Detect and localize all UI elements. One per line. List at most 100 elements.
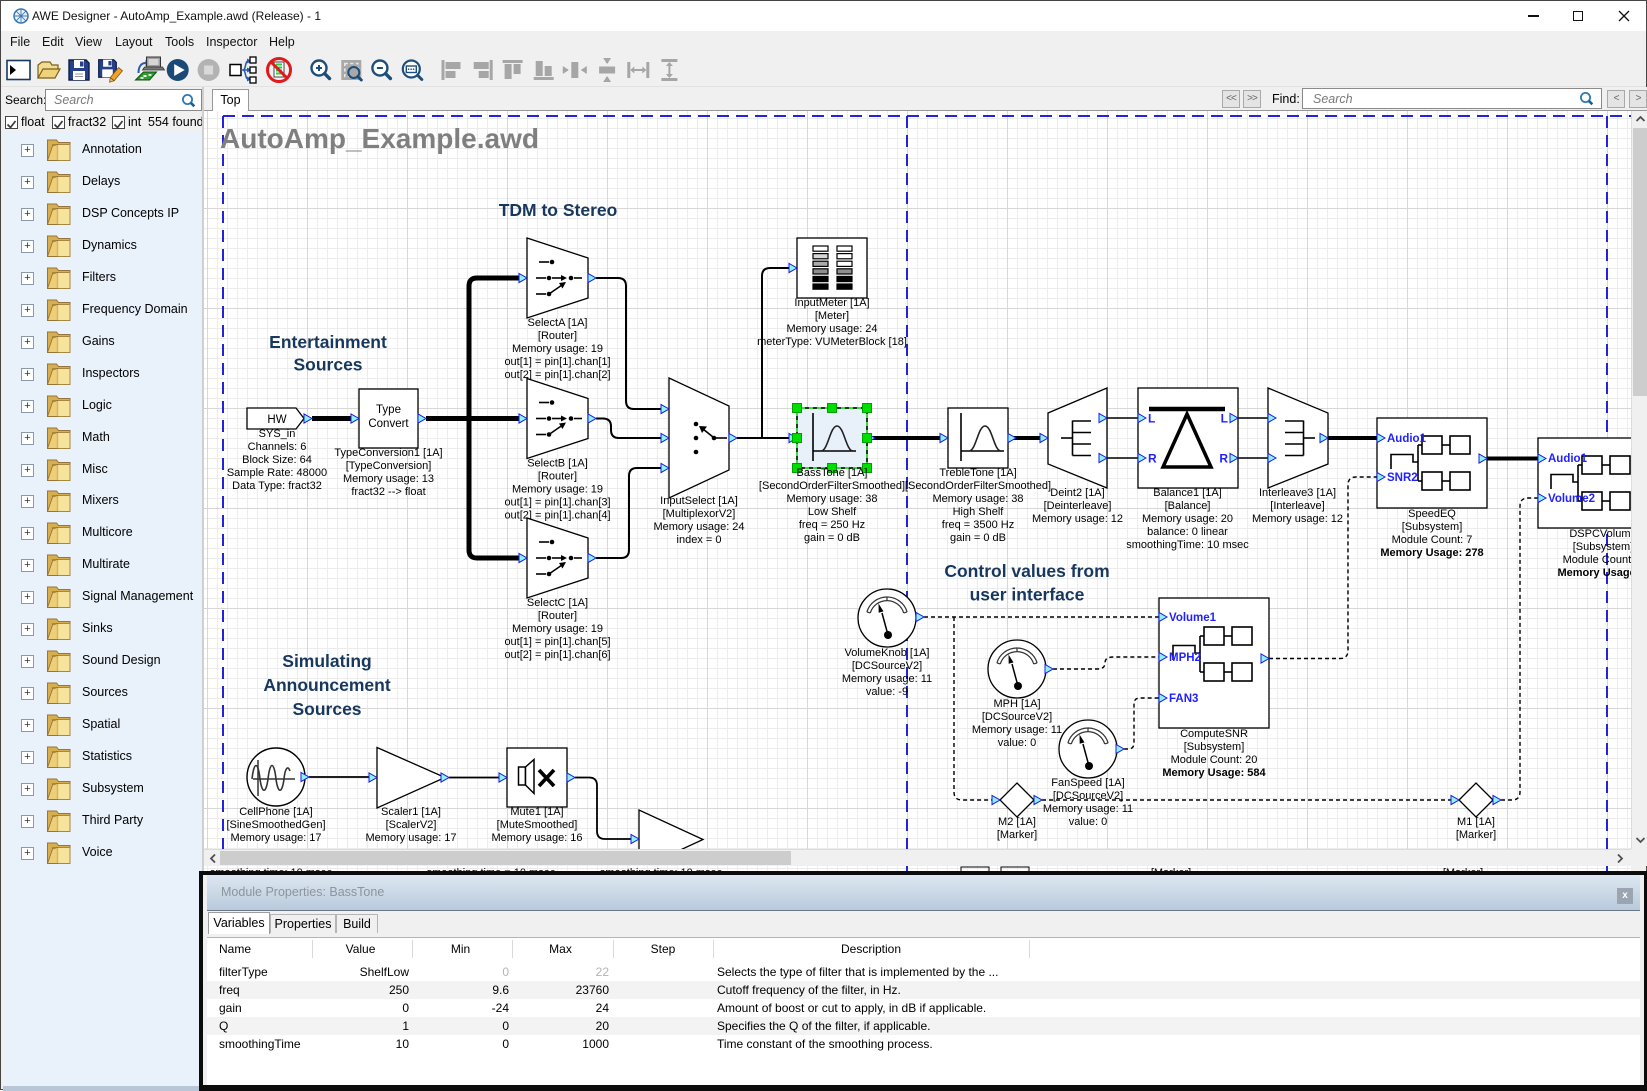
svg-text:Memory Usage: 278: Memory Usage: 278 — [1380, 547, 1483, 559]
svg-text:gain = 0 dB: gain = 0 dB — [804, 532, 860, 544]
svg-text:Volume1: Volume1 — [1169, 612, 1217, 624]
svg-text:Memory Usage: 5: Memory Usage: 5 — [1557, 567, 1631, 579]
svg-text:[Router]: [Router] — [538, 471, 577, 483]
svg-text:value: -9: value: -9 — [866, 686, 908, 698]
svg-text:balance: 0 linear: balance: 0 linear — [1147, 526, 1228, 538]
svg-text:out[1] = pin[1].chan[3]: out[1] = pin[1].chan[3] — [504, 497, 610, 509]
svg-text:[SecondOrderFilterSmoothed]: [SecondOrderFilterSmoothed] — [905, 480, 1051, 492]
svg-text:SelectA [1A]: SelectA [1A] — [528, 317, 588, 329]
svg-text:L: L — [1221, 412, 1228, 426]
svg-text:SNR2: SNR2 — [1387, 472, 1418, 484]
svg-text:BassTone [1A]: BassTone [1A] — [797, 467, 868, 479]
svg-text:[DCSourceV2]: [DCSourceV2] — [1053, 790, 1123, 802]
svg-text:Module Count: 20: Module Count: 20 — [1171, 754, 1258, 766]
svg-text:Memory usage: 12: Memory usage: 12 — [1032, 513, 1123, 525]
svg-text:gain = 0 dB: gain = 0 dB — [950, 532, 1006, 544]
svg-text:[Subsystem]: [Subsystem] — [1573, 541, 1631, 553]
svg-text:SYS_in: SYS_in — [259, 428, 296, 440]
svg-text:R: R — [1219, 452, 1228, 466]
svg-text:Low Shelf: Low Shelf — [808, 506, 857, 518]
svg-text:[Router]: [Router] — [538, 330, 577, 342]
svg-text:InputSelect [1A]: InputSelect [1A] — [660, 495, 738, 507]
svg-text:Mute1 [1A]: Mute1 [1A] — [510, 806, 563, 818]
svg-text:[DCSourceV2]: [DCSourceV2] — [982, 711, 1052, 723]
svg-text:Memory usage: 38: Memory usage: 38 — [786, 493, 877, 505]
svg-text:Scaler1 [1A]: Scaler1 [1A] — [381, 806, 441, 818]
svg-text:High Shelf: High Shelf — [953, 506, 1005, 518]
svg-text:Simulating: Simulating — [282, 651, 371, 671]
svg-text:AutoAmp_Example.awd: AutoAmp_Example.awd — [220, 123, 539, 154]
svg-text:Data Type: fract32: Data Type: fract32 — [232, 480, 322, 492]
svg-text:out[2] = pin[1].chan[2]: out[2] = pin[1].chan[2] — [504, 369, 610, 381]
svg-text:InputMeter [1A]: InputMeter [1A] — [794, 297, 869, 309]
svg-text:Announcement: Announcement — [263, 675, 391, 695]
svg-text:SpeedEQ: SpeedEQ — [1408, 508, 1456, 520]
svg-text:[Balance]: [Balance] — [1165, 500, 1211, 512]
svg-text:[Subsystem]: [Subsystem] — [1402, 521, 1463, 533]
svg-text:value: 0: value: 0 — [1069, 816, 1108, 828]
svg-text:Memory usage: 13: Memory usage: 13 — [343, 473, 434, 485]
svg-text:Memory usage: 38: Memory usage: 38 — [932, 493, 1023, 505]
svg-text:Deint2 [1A]: Deint2 [1A] — [1050, 487, 1104, 499]
svg-text:FAN3: FAN3 — [1169, 693, 1198, 705]
svg-text:Memory usage: 20: Memory usage: 20 — [1142, 513, 1233, 525]
svg-text:Memory usage: 11: Memory usage: 11 — [1043, 803, 1133, 815]
svg-text:M2 [1A]: M2 [1A] — [998, 816, 1036, 828]
svg-text:SelectB [1A]: SelectB [1A] — [527, 458, 588, 470]
svg-text:Sources: Sources — [293, 355, 362, 375]
svg-text:Control values from: Control values from — [944, 561, 1109, 581]
svg-text:smoothingTime: 10 msec: smoothingTime: 10 msec — [1126, 539, 1249, 551]
svg-text:[DCSourceV2]: [DCSourceV2] — [852, 660, 922, 672]
svg-text:Memory usage: 24: Memory usage: 24 — [653, 521, 744, 533]
svg-text:[ScalerV2]: [ScalerV2] — [386, 819, 437, 831]
svg-text:[Deinterleave]: [Deinterleave] — [1044, 500, 1112, 512]
svg-text:MPH2: MPH2 — [1169, 652, 1201, 664]
svg-text:out[2] = pin[1].chan[4]: out[2] = pin[1].chan[4] — [504, 510, 610, 522]
svg-text:[SineSmoothedGen]: [SineSmoothedGen] — [226, 819, 325, 831]
svg-text:TypeConversion1 [1A]: TypeConversion1 [1A] — [334, 447, 442, 459]
svg-text:[Marker]: [Marker] — [997, 829, 1037, 841]
svg-text:ComputeSNR: ComputeSNR — [1180, 728, 1248, 740]
svg-text:Audio1: Audio1 — [1387, 433, 1427, 445]
svg-text:Memory usage: 19: Memory usage: 19 — [512, 343, 603, 355]
svg-text:TDM to Stereo: TDM to Stereo — [499, 200, 618, 220]
svg-text:Entertainment: Entertainment — [269, 332, 387, 352]
svg-text:MPH [1A]: MPH [1A] — [993, 698, 1040, 710]
svg-text:[Subsystem]: [Subsystem] — [1184, 741, 1245, 753]
svg-text:R: R — [1148, 452, 1157, 466]
svg-text:[MultiplexorV2]: [MultiplexorV2] — [663, 508, 736, 520]
svg-text:VolumeKnob [1A]: VolumeKnob [1A] — [844, 647, 929, 659]
svg-text:freq = 250 Hz: freq = 250 Hz — [799, 519, 865, 531]
svg-text:freq = 3500 Hz: freq = 3500 Hz — [942, 519, 1014, 531]
svg-text:Memory usage: 19: Memory usage: 19 — [512, 623, 603, 635]
svg-text:HW: HW — [267, 414, 286, 426]
svg-text:[SecondOrderFilterSmoothed]: [SecondOrderFilterSmoothed] — [759, 480, 905, 492]
svg-text:[Interleave]: [Interleave] — [1270, 500, 1324, 512]
svg-text:index = 0: index = 0 — [677, 534, 722, 546]
svg-text:Interleave3 [1A]: Interleave3 [1A] — [1259, 487, 1336, 499]
svg-text:Channels: 6: Channels: 6 — [248, 441, 307, 453]
svg-text:M1 [1A]: M1 [1A] — [1457, 816, 1495, 828]
svg-text:Convert: Convert — [368, 418, 409, 430]
svg-text:Memory usage: 12: Memory usage: 12 — [1252, 513, 1343, 525]
svg-text:Memory Usage: 584: Memory Usage: 584 — [1162, 767, 1266, 779]
svg-text:Audio1: Audio1 — [1548, 453, 1588, 465]
svg-text:meterType: VUMeterBlock [18]: meterType: VUMeterBlock [18] — [757, 336, 907, 348]
svg-text:FanSpeed [1A]: FanSpeed [1A] — [1051, 777, 1124, 789]
svg-text:Memory usage: 11: Memory usage: 11 — [972, 724, 1062, 736]
svg-text:Memory usage: 19: Memory usage: 19 — [512, 484, 603, 496]
svg-text:Memory usage: 17: Memory usage: 17 — [365, 832, 456, 844]
svg-text:out[1] = pin[1].chan[1]: out[1] = pin[1].chan[1] — [504, 356, 610, 368]
svg-text:SelectC [1A]: SelectC [1A] — [527, 597, 588, 609]
svg-text:Volume2: Volume2 — [1548, 493, 1595, 505]
svg-text:Module Count: 5: Module Count: 5 — [1563, 554, 1631, 566]
svg-text:[Meter]: [Meter] — [815, 310, 849, 322]
svg-text:Memory usage: 24: Memory usage: 24 — [786, 323, 877, 335]
svg-text:Memory usage: 17: Memory usage: 17 — [230, 832, 321, 844]
svg-text:Balance1 [1A]: Balance1 [1A] — [1153, 487, 1222, 499]
svg-text:Sources: Sources — [292, 699, 361, 719]
svg-text:L: L — [1148, 412, 1155, 426]
svg-text:Block Size: 64: Block Size: 64 — [242, 454, 312, 466]
svg-text:CellPhone [1A]: CellPhone [1A] — [239, 806, 312, 818]
svg-text:value: 0: value: 0 — [998, 737, 1037, 749]
